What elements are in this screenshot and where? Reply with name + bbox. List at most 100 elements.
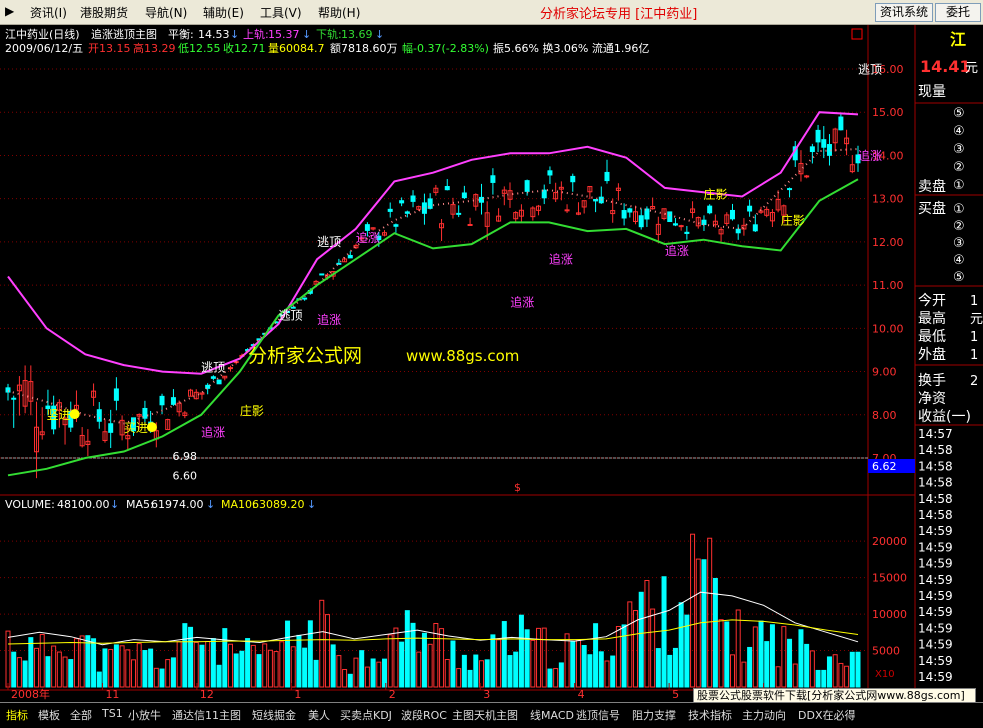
candle-body (570, 175, 576, 183)
y-tick-label: 13.00 (872, 193, 904, 206)
tick-time: 14:58 (918, 492, 953, 506)
volume-bar (245, 638, 251, 688)
volume-bar (45, 656, 51, 688)
tab-ddx[interactable]: DDX在必得 (798, 707, 855, 723)
menu-item-help[interactable]: 帮助(H) (318, 4, 360, 21)
volume-bar (399, 641, 405, 688)
trade-button[interactable]: 委托 (935, 3, 981, 22)
candle-body (393, 224, 399, 227)
candle-body (672, 223, 678, 226)
candle-body (108, 423, 114, 433)
lower-value: 13.69 (341, 28, 373, 41)
ask-level: ② (953, 160, 965, 175)
volume-bar (678, 602, 684, 688)
menu-item-tools[interactable]: 工具(V) (260, 4, 302, 21)
stat-value: 1 (970, 348, 978, 363)
vol-tick-label: 10000 (872, 608, 907, 621)
info-high: 高13.29 (133, 41, 176, 55)
stat-value: 1 (970, 294, 978, 309)
watermark-url: www.88gs.com (406, 347, 519, 365)
tab-short-gold[interactable]: 短线掘金 (252, 707, 296, 723)
tab-macd[interactable]: 线MACD (530, 707, 574, 723)
volume-bar (113, 644, 119, 688)
tab-tech[interactable]: 技术指标 (688, 707, 732, 723)
tab-beauty[interactable]: 美人 (308, 707, 330, 723)
volume-bar (359, 650, 365, 688)
candle-body (461, 192, 467, 199)
volume-bar (11, 651, 17, 688)
stat-value: 2 (970, 374, 978, 389)
indicator-tab-bar: 指标 模板 全部 TS1 小放牛 通达信11主图 短线掘金 美人 买卖点KDJ … (0, 702, 983, 728)
candle-body (96, 409, 102, 422)
volume-bar (547, 668, 553, 688)
volume-bar (222, 628, 228, 688)
volume-bar (661, 576, 667, 688)
tick-time: 14:58 (918, 443, 953, 457)
volume-bar (199, 644, 205, 688)
signal-label: 追涨 (356, 230, 380, 245)
stat-label: 外盘 (918, 346, 946, 363)
y-tick-label: 10.00 (872, 322, 904, 335)
volume-bar (798, 629, 804, 688)
stat-label: 换手 (918, 372, 946, 389)
menu-item-news[interactable]: 资讯(I) (30, 4, 67, 21)
tick-time: 14:59 (918, 670, 953, 684)
tab-ts1[interactable]: TS1 (102, 707, 123, 720)
tab-tdx-main[interactable]: 通达信11主图 (172, 707, 241, 723)
tick-time: 14:59 (918, 573, 953, 587)
bid-level: ⑤ (953, 270, 965, 285)
signal-label: 逃顶 (317, 235, 341, 249)
signal-label: 追涨 (317, 312, 341, 327)
candle-body (467, 223, 473, 226)
tab-indicator[interactable]: 指标 (6, 707, 28, 723)
info-volume: 量60084.7 (268, 42, 325, 55)
candle-body (113, 388, 119, 401)
y-tick-label: 15.00 (872, 106, 904, 119)
candle-body (707, 205, 713, 214)
volume-bar (558, 662, 564, 688)
tab-tianji[interactable]: 主图天机主图 (452, 707, 518, 723)
vol-tick-label: 15000 (872, 572, 907, 585)
news-system-button[interactable]: 资讯系统 (875, 3, 933, 22)
info-low: 低12.55 (178, 42, 221, 55)
tick-time: 14:58 (918, 459, 953, 473)
x-axis-label: 11 (105, 688, 119, 701)
volume-bar (518, 614, 524, 688)
candle-body (399, 200, 405, 204)
tab-kdj[interactable]: 买卖点KDJ (340, 707, 392, 723)
candle-body (752, 224, 758, 232)
upper-value: 15.37 (268, 28, 300, 41)
volume-bar (484, 659, 490, 688)
menu-item-assist[interactable]: 辅助(E) (203, 4, 244, 21)
menu-icon[interactable]: ▶ (5, 4, 14, 18)
tab-template[interactable]: 模板 (38, 707, 60, 723)
bid-level: ④ (953, 253, 965, 268)
volume-bar (667, 654, 673, 688)
ask-level: ① (953, 178, 965, 193)
volume-bar (610, 655, 616, 688)
signal-label: 竖进 (47, 408, 71, 422)
ma10-legend-value: 63089.20 (252, 498, 305, 511)
volume-bar (296, 634, 302, 688)
tab-all[interactable]: 全部 (70, 707, 92, 723)
price-annotation: 6.60 (173, 470, 198, 483)
down-arrow-icon: ↓ (375, 28, 384, 41)
chart-canvas[interactable]: 16.0015.0014.0013.0012.0011.0010.009.008… (0, 25, 983, 702)
tab-xiaofangniu[interactable]: 小放牛 (128, 707, 161, 723)
down-arrow-icon: ↓ (307, 498, 316, 511)
candle-body (684, 231, 690, 234)
candle-body (490, 175, 496, 183)
vol-legend-name: VOLUME: (5, 498, 55, 511)
stat-label: 最高 (918, 310, 946, 327)
chart-area: 16.00 15.00 14.00 13.00 12.00 11.00 10.00 9.00 8… (0, 25, 983, 702)
tab-roc[interactable]: 波段ROC (401, 707, 447, 723)
candle-body (838, 116, 844, 131)
tab-escape-signal[interactable]: 逃顶信号 (576, 707, 620, 723)
volume-bar (581, 645, 587, 688)
menu-item-hk-futures[interactable]: 港股期货 (80, 4, 128, 21)
tab-main-force[interactable]: 主力动向 (742, 707, 786, 723)
volume-bar (849, 651, 855, 688)
menu-item-navigate[interactable]: 导航(N) (145, 4, 187, 21)
tab-resistance[interactable]: 阻力支撑 (632, 707, 676, 723)
balance-value: 14.53 (198, 28, 230, 41)
